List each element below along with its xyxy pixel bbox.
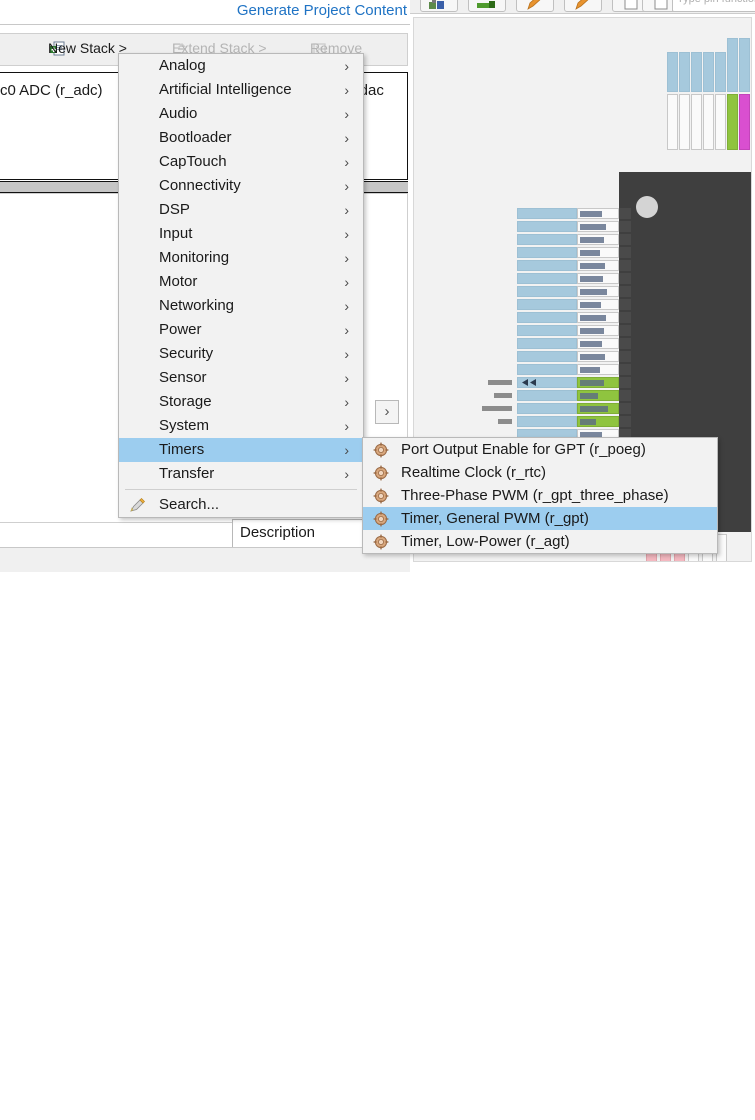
menu-item-search[interactable]: Search... bbox=[119, 493, 363, 517]
chevron-right-icon: › bbox=[344, 442, 349, 458]
menu-item-label: Artificial Intelligence bbox=[159, 81, 292, 98]
module-icon bbox=[373, 534, 389, 550]
menu-item-label: Sensor bbox=[159, 369, 207, 386]
menu-item-transfer[interactable]: Transfer › bbox=[119, 462, 363, 486]
description-body bbox=[0, 547, 410, 1120]
chevron-right-icon: › bbox=[344, 154, 349, 170]
menu-item-label: Monitoring bbox=[159, 249, 230, 266]
submenu-item-list: Port Output Enable for GPT (r_poeg) Realt… bbox=[363, 438, 717, 553]
search-pencil-icon bbox=[129, 497, 146, 513]
menu-item-label: Storage bbox=[159, 393, 212, 410]
submenu-item-label: Timer, Low-Power (r_agt) bbox=[401, 533, 570, 550]
menu-item-audio[interactable]: Audio › bbox=[119, 102, 363, 126]
chevron-right-icon: › bbox=[344, 82, 349, 98]
menu-item-label: DSP bbox=[159, 201, 190, 218]
menu-item-power[interactable]: Power › bbox=[119, 318, 363, 342]
menu-item-label: Audio bbox=[159, 105, 198, 122]
menu-item-label: System bbox=[159, 417, 210, 434]
pin-function-search-input[interactable]: Type pin function bbox=[672, 0, 755, 12]
chevron-right-icon: › bbox=[344, 202, 349, 218]
menu-item-label: Transfer bbox=[159, 465, 215, 482]
menu-item-label: Input bbox=[159, 225, 193, 242]
menu-item-label: Motor bbox=[159, 273, 198, 290]
package-view-button[interactable] bbox=[468, 0, 506, 12]
generate-bar: Generate Project Content bbox=[0, 0, 410, 24]
chip-pin1-marker bbox=[636, 196, 658, 218]
module-icon bbox=[373, 465, 389, 481]
menu-item-timers[interactable]: Timers › bbox=[119, 438, 363, 462]
menu-item-storage[interactable]: Storage › bbox=[119, 390, 363, 414]
module-icon bbox=[373, 511, 389, 527]
menu-item-networking[interactable]: Networking › bbox=[119, 294, 363, 318]
submenu-item-realtime-clock-r-rtc[interactable]: Realtime Clock (r_rtc) bbox=[363, 461, 717, 484]
pin-toolbar: Type pin function bbox=[410, 0, 755, 14]
tab-description[interactable]: Description bbox=[240, 524, 315, 541]
new-stack-button[interactable]: New Stack > bbox=[48, 40, 127, 56]
menu-separator bbox=[125, 489, 357, 490]
chevron-right-icon: › bbox=[344, 274, 349, 290]
submenu-item-timer-low-power-r-agt[interactable]: Timer, Low-Power (r_agt) bbox=[363, 530, 717, 553]
submenu-item-timer-general-pwm-r-gpt[interactable]: Timer, General PWM (r_gpt) bbox=[363, 507, 717, 530]
menu-item-input[interactable]: Input › bbox=[119, 222, 363, 246]
stack-module-adc[interactable]: c0 ADC (r_adc) bbox=[0, 82, 103, 99]
chevron-right-icon: › bbox=[344, 394, 349, 410]
chevron-right-icon: › bbox=[344, 130, 349, 146]
menu-item-artificial-intelligence[interactable]: Artificial Intelligence › bbox=[119, 78, 363, 102]
description-body-inner bbox=[232, 1104, 410, 1120]
expand-chevron-button[interactable]: › bbox=[375, 400, 399, 424]
menu-item-sensor[interactable]: Sensor › bbox=[119, 366, 363, 390]
chevron-right-icon: › bbox=[344, 370, 349, 386]
menu-item-system[interactable]: System › bbox=[119, 414, 363, 438]
menu-item-bootloader[interactable]: Bootloader › bbox=[119, 126, 363, 150]
chevron-right-icon: › bbox=[344, 418, 349, 434]
menu-item-monitoring[interactable]: Monitoring › bbox=[119, 246, 363, 270]
chevron-right-icon: › bbox=[344, 346, 349, 362]
edit-pin-button[interactable] bbox=[516, 0, 554, 12]
timers-submenu[interactable]: Port Output Enable for GPT (r_poeg) Realt… bbox=[362, 437, 718, 554]
menu-item-label: Networking bbox=[159, 297, 235, 314]
menu-item-label: Security bbox=[159, 345, 214, 362]
chevron-right-icon: › bbox=[344, 58, 349, 74]
menu-item-label: Connectivity bbox=[159, 177, 241, 194]
menu-item-connectivity[interactable]: Connectivity › bbox=[119, 174, 363, 198]
chevron-right-icon: › bbox=[344, 106, 349, 122]
chevron-right-icon: › bbox=[344, 178, 349, 194]
chevron-right-icon: › bbox=[344, 466, 349, 482]
chevron-right-icon: › bbox=[344, 298, 349, 314]
new-stack-context-menu[interactable]: Analog › Artificial Intelligence › Audio › Boo… bbox=[118, 53, 364, 518]
menu-item-label: Analog bbox=[159, 57, 206, 74]
menu-item-security[interactable]: Security › bbox=[119, 342, 363, 366]
menu-item-label: Power bbox=[159, 321, 202, 338]
submenu-item-label: Three-Phase PWM (r_gpt_three_phase) bbox=[401, 487, 669, 504]
menu-item-analog[interactable]: Analog › bbox=[119, 54, 363, 78]
menu-item-label: CapTouch bbox=[159, 153, 227, 170]
submenu-item-port-output-enable-for-gpt-r-poeg[interactable]: Port Output Enable for GPT (r_poeg) bbox=[363, 438, 717, 461]
chevron-right-icon: › bbox=[344, 322, 349, 338]
menu-item-label: Timers bbox=[159, 441, 205, 458]
header-divider bbox=[0, 24, 410, 25]
submenu-item-label: Timer, General PWM (r_gpt) bbox=[401, 510, 589, 527]
generate-project-content-link[interactable]: Generate Project Content bbox=[237, 2, 407, 19]
chevron-right-icon: › bbox=[344, 250, 349, 266]
module-icon bbox=[373, 442, 389, 458]
menu-item-captouch[interactable]: CapTouch › bbox=[119, 150, 363, 174]
submenu-item-label: Port Output Enable for GPT (r_poeg) bbox=[401, 441, 646, 458]
menu-item-motor[interactable]: Motor › bbox=[119, 270, 363, 294]
menu-item-list: Analog › Artificial Intelligence › Audio › Boo… bbox=[119, 54, 363, 486]
menu-item-dsp[interactable]: DSP › bbox=[119, 198, 363, 222]
module-icon bbox=[373, 488, 389, 504]
menu-item-search-label: Search... bbox=[159, 496, 220, 513]
chevron-right-icon: › bbox=[344, 226, 349, 242]
submenu-item-three-phase-pwm-r-gpt-three-phase[interactable]: Three-Phase PWM (r_gpt_three_phase) bbox=[363, 484, 717, 507]
edit-pin-alt-button[interactable] bbox=[564, 0, 602, 12]
pin-search-placeholder: Type pin function bbox=[677, 0, 755, 5]
pin-map-view-button[interactable] bbox=[420, 0, 458, 12]
submenu-item-label: Realtime Clock (r_rtc) bbox=[401, 464, 547, 481]
menu-item-label: Bootloader bbox=[159, 129, 232, 146]
